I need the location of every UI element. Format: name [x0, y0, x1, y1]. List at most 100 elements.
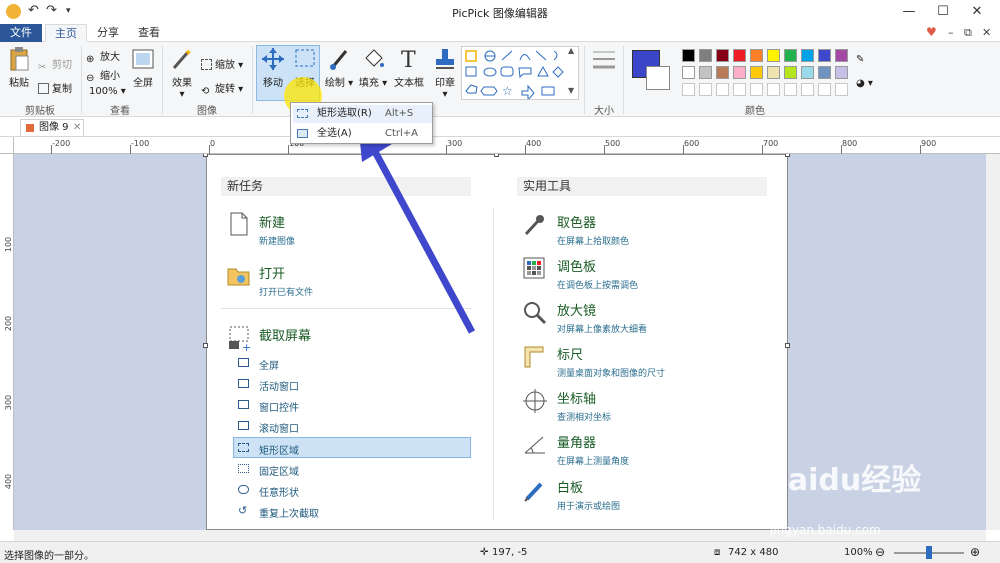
- maximize-button[interactable]: ☐: [928, 2, 958, 22]
- resize-button[interactable]: 缩放 ▾: [201, 56, 243, 71]
- stamp-tool-button[interactable]: 印章 ▾: [432, 46, 458, 100]
- palette-swatch[interactable]: [733, 66, 746, 79]
- palette-swatch[interactable]: [750, 49, 763, 62]
- palette-swatch[interactable]: [733, 49, 746, 62]
- ruler-tick: [209, 145, 210, 154]
- palette-swatch-empty[interactable]: [716, 83, 729, 96]
- palette-swatch-empty[interactable]: [699, 83, 712, 96]
- tab-home[interactable]: 主页: [45, 24, 87, 42]
- minimize-button[interactable]: —: [894, 2, 924, 22]
- zoom-out-small-icon[interactable]: ⊖: [875, 545, 885, 559]
- palette-swatch-empty[interactable]: [750, 83, 763, 96]
- eyedropper-button[interactable]: ✎: [856, 54, 864, 65]
- draw-tool-button[interactable]: 绘制 ▾: [324, 46, 354, 89]
- palette-swatch[interactable]: [699, 66, 712, 79]
- fullscreen-button[interactable]: 全屏: [128, 46, 158, 89]
- palette-swatch-empty[interactable]: [818, 83, 831, 96]
- resize-handle[interactable]: [203, 154, 208, 157]
- zoom-out-button[interactable]: ⊖ 缩小: [86, 67, 120, 84]
- capture-screen-title[interactable]: 截取屏幕: [259, 325, 311, 344]
- window-title: PicPick 图像编辑器: [452, 7, 548, 20]
- palette-swatch[interactable]: [682, 49, 695, 62]
- close-button[interactable]: ✕: [962, 2, 992, 22]
- zoom-in-small-icon[interactable]: ⊕: [970, 545, 980, 559]
- capture-item-fixed-region[interactable]: 固定区域: [259, 463, 299, 478]
- palette-swatch[interactable]: [818, 49, 831, 62]
- protractor-title[interactable]: 量角器: [557, 432, 596, 451]
- capture-item-freehand[interactable]: 任意形状: [259, 484, 299, 499]
- palette-swatch[interactable]: [801, 49, 814, 62]
- document-tab[interactable]: 图像 9 ✕: [20, 119, 84, 136]
- rotate-button[interactable]: ⟲ 旋转 ▾: [201, 80, 243, 97]
- palette-swatch-empty[interactable]: [784, 83, 797, 96]
- shapes-scroll-down[interactable]: ▼: [568, 86, 574, 95]
- capture-item-scrolling-window[interactable]: 滚动窗口: [259, 420, 299, 435]
- capture-item-fullscreen[interactable]: 全屏: [259, 357, 279, 372]
- ruler-title[interactable]: 标尺: [557, 344, 583, 363]
- textbox-tool-button[interactable]: T 文本框: [392, 46, 426, 89]
- effects-button[interactable]: ✦ 效果 ▾: [168, 46, 196, 100]
- doc-close-icon[interactable]: ✕: [982, 26, 991, 39]
- palette-swatch[interactable]: [716, 66, 729, 79]
- vertical-ruler: 100 200 300 400: [0, 154, 14, 530]
- resize-handle[interactable]: [203, 343, 208, 348]
- palette-swatch[interactable]: [682, 66, 695, 79]
- zoom-in-button[interactable]: ⊕ 放大: [86, 48, 120, 65]
- eyedropper-icon: ✎: [856, 54, 865, 65]
- secondary-color-swatch[interactable]: [646, 66, 670, 90]
- copy-button[interactable]: 复制: [38, 80, 72, 95]
- palette-swatch[interactable]: [835, 66, 848, 79]
- resize-handle[interactable]: [785, 154, 790, 157]
- vertical-scrollbar[interactable]: [986, 154, 1000, 530]
- capture-item-repeat[interactable]: 重复上次截取: [259, 505, 319, 520]
- palette-swatch-empty[interactable]: [801, 83, 814, 96]
- paste-button[interactable]: 粘贴: [5, 46, 33, 89]
- tab-share[interactable]: 分享: [90, 24, 126, 42]
- zoom-slider-thumb[interactable]: [926, 546, 932, 559]
- restore-icon[interactable]: ⧉: [964, 26, 972, 40]
- heart-icon[interactable]: ♥: [926, 25, 937, 39]
- palette-swatch-empty[interactable]: [835, 83, 848, 96]
- ribbon-minimize-icon[interactable]: –: [948, 26, 954, 39]
- color-picker-button[interactable]: ◕ ▾: [856, 78, 873, 89]
- palette-swatch[interactable]: [716, 49, 729, 62]
- shapes-gallery[interactable]: ☆: [461, 46, 579, 102]
- palette-swatch[interactable]: [784, 49, 797, 62]
- capture-item-active-window[interactable]: 活动窗口: [259, 378, 299, 393]
- tab-file[interactable]: 文件: [0, 24, 42, 42]
- palette-swatch[interactable]: [699, 49, 712, 62]
- palette-swatch-empty[interactable]: [682, 83, 695, 96]
- line-size-button[interactable]: [589, 46, 619, 78]
- resize-handle[interactable]: [494, 154, 499, 157]
- palette-swatch-empty[interactable]: [733, 83, 746, 96]
- whiteboard-title[interactable]: 白板: [557, 477, 583, 496]
- palette-swatch[interactable]: [801, 66, 814, 79]
- palette-swatch-empty[interactable]: [767, 83, 780, 96]
- tab-view[interactable]: 查看: [131, 24, 167, 42]
- menu-item-select-all[interactable]: 全选(A) Ctrl+A: [293, 125, 432, 143]
- capture-item-window-control[interactable]: 窗口控件: [259, 399, 299, 414]
- palette-swatch[interactable]: [818, 66, 831, 79]
- cut-button[interactable]: ✂ 剪切: [38, 56, 72, 73]
- magnifier-title[interactable]: 放大镜: [557, 300, 596, 319]
- open-file-title[interactable]: 打开: [259, 263, 285, 282]
- svg-text:T: T: [401, 48, 416, 72]
- fill-tool-button[interactable]: 填充 ▾: [358, 46, 388, 89]
- palette-swatch[interactable]: [750, 66, 763, 79]
- palette-sub: 在调色板上按需调色: [557, 281, 639, 291]
- menu-item-rect-select[interactable]: 矩形选取(R) Alt+S: [293, 105, 432, 123]
- zoom-select[interactable]: 100% ▾: [89, 86, 126, 97]
- crosshair-title[interactable]: 坐标轴: [557, 388, 596, 407]
- palette-swatch[interactable]: [835, 49, 848, 62]
- tab-close-icon[interactable]: ✕: [73, 120, 81, 135]
- palette-swatch[interactable]: [784, 66, 797, 79]
- shapes-scroll-up[interactable]: ▲: [568, 46, 574, 55]
- palette-swatch[interactable]: [767, 49, 780, 62]
- move-tool-button[interactable]: 移动: [258, 46, 288, 89]
- resize-handle[interactable]: [785, 343, 790, 348]
- palette-title[interactable]: 调色板: [557, 256, 596, 275]
- new-image-title[interactable]: 新建: [259, 212, 285, 231]
- color-picker-title[interactable]: 取色器: [557, 212, 596, 231]
- capture-item-region[interactable]: 矩形区域: [259, 442, 299, 457]
- palette-swatch[interactable]: [767, 66, 780, 79]
